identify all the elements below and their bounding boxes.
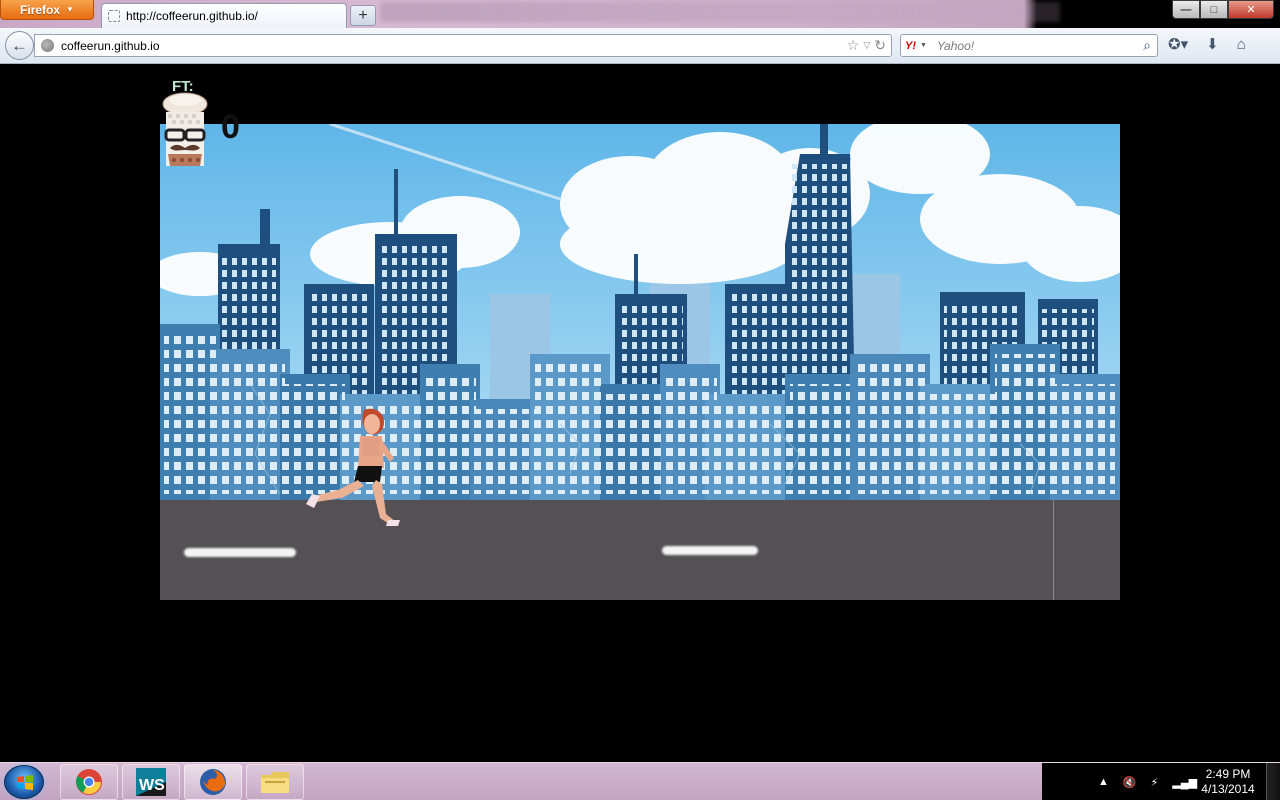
browser-tab[interactable]: http://coffeerun.github.io/	[101, 3, 347, 28]
browser-titlebar: Firefox ▼ http://coffeerun.github.io/ + …	[0, 0, 1280, 28]
window-controls: — □ ✕	[1172, 0, 1274, 20]
coffee-cup-mascot-icon	[162, 92, 208, 166]
windows-taskbar: WS ▲ 🔇 ⚡ ▂▄▆ 2:49 PM 4/13/2014	[0, 762, 1280, 800]
navigation-toolbar: coffeerun.github.io ☆ ▽ ↻ ← Y! ▼ Yahoo! …	[0, 28, 1280, 64]
webstorm-label: WS	[139, 777, 165, 794]
taskbar-webstorm-button[interactable]: WS	[122, 764, 180, 800]
clouds	[160, 124, 1120, 296]
road-seam	[1053, 500, 1054, 600]
titlebar-glass	[380, 2, 1060, 22]
webstorm-icon: WS	[136, 768, 166, 796]
windows-logo-icon	[17, 775, 33, 790]
page-favicon-icon	[108, 10, 120, 22]
show-hidden-icons-icon[interactable]: ▲	[1098, 776, 1109, 788]
history-dropdown-icon[interactable]: ▽	[863, 40, 870, 54]
search-placeholder: Yahoo!	[936, 38, 975, 53]
url-bar-actions: ☆ ▽ ↻	[847, 37, 886, 54]
taskbar-chrome-button[interactable]	[60, 764, 118, 800]
show-desktop-button[interactable]	[1266, 763, 1280, 800]
maximize-button[interactable]: □	[1200, 0, 1228, 19]
firefox-menu-button[interactable]: Firefox ▼	[0, 0, 94, 20]
search-bar[interactable]: Y! ▼ Yahoo! ⌕	[900, 34, 1158, 57]
bookmark-star-icon[interactable]: ☆	[847, 37, 860, 54]
game-canvas[interactable]	[160, 124, 1120, 600]
taskbar-explorer-button[interactable]	[246, 764, 304, 800]
close-button[interactable]: ✕	[1228, 0, 1274, 19]
system-tray: ▲ 🔇 ⚡ ▂▄▆	[1098, 763, 1197, 800]
file-explorer-icon	[261, 772, 289, 793]
taskbar-firefox-button[interactable]	[184, 764, 242, 800]
back-button[interactable]: ←	[5, 31, 34, 60]
system-clock[interactable]: 2:49 PM 4/13/2014	[1196, 767, 1260, 797]
new-tab-button[interactable]: +	[350, 5, 376, 26]
reload-icon[interactable]: ↻	[874, 37, 886, 54]
search-icon[interactable]: ⌕	[1143, 37, 1151, 54]
volume-muted-icon[interactable]: 🔇	[1123, 776, 1137, 789]
home-icon[interactable]: ⌂	[1237, 36, 1246, 53]
bookmarks-menu-icon[interactable]: ✪▾	[1168, 35, 1188, 53]
firefox-icon	[200, 769, 226, 795]
clock-date: 4/13/2014	[1201, 782, 1255, 796]
minimize-button[interactable]: —	[1172, 0, 1200, 19]
chevron-down-icon: ▼	[66, 5, 74, 14]
network-signal-icon[interactable]: ▂▄▆	[1172, 776, 1197, 789]
firefox-menu-label: Firefox	[20, 2, 61, 17]
runner-character	[306, 408, 400, 526]
toolbar-icons: ✪▾ ⬇ ⌂	[1168, 35, 1246, 54]
start-button[interactable]	[4, 765, 44, 799]
url-text: coffeerun.github.io	[61, 38, 160, 53]
back-arrow-icon: ←	[11, 35, 28, 55]
engine-dropdown-icon[interactable]: ▼	[920, 42, 927, 49]
lane-marking	[662, 546, 758, 555]
url-bar[interactable]: coffeerun.github.io ☆ ▽ ↻	[34, 34, 892, 57]
downloads-icon[interactable]: ⬇	[1206, 35, 1219, 53]
chrome-icon	[76, 769, 102, 795]
power-icon[interactable]: ⚡	[1151, 776, 1159, 789]
clock-time: 2:49 PM	[1205, 767, 1251, 781]
lane-marking	[184, 548, 296, 557]
site-identity-icon[interactable]	[41, 39, 54, 52]
distance-score: 0	[221, 108, 240, 146]
tab-title: http://coffeerun.github.io/	[126, 9, 258, 23]
yahoo-engine-icon[interactable]: Y!	[905, 40, 916, 52]
